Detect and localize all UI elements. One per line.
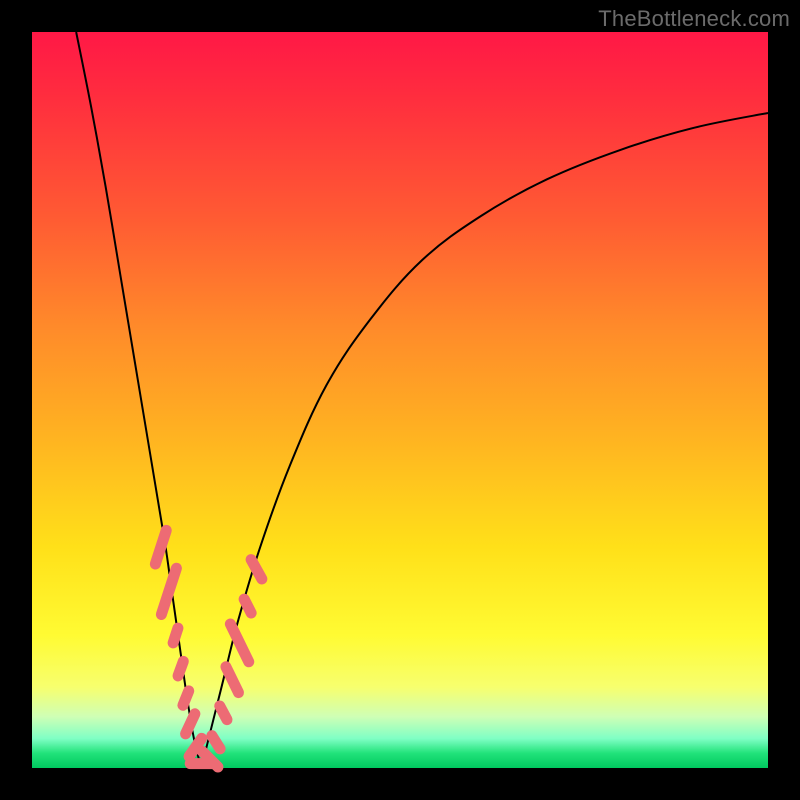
curve-marker (166, 621, 185, 650)
curve-marker (171, 654, 190, 683)
watermark-text: TheBottleneck.com (598, 6, 790, 32)
chart-frame: TheBottleneck.com (0, 0, 800, 800)
curve-marker (148, 523, 173, 570)
marker-cluster (148, 523, 269, 774)
curve-marker (176, 684, 196, 713)
plot-area (32, 32, 768, 768)
curve-right-branch (201, 113, 768, 768)
curve-layer (32, 32, 768, 768)
